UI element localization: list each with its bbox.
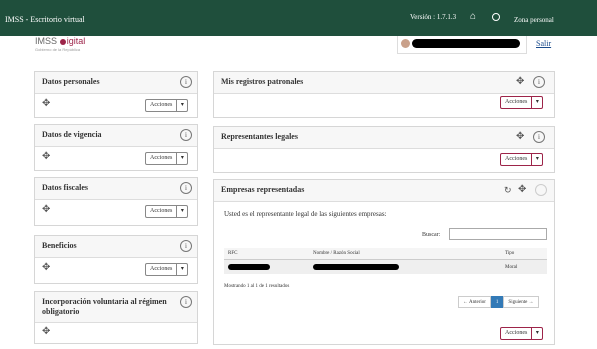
- card-empresas-representadas: Empresas representadas ↻ ✥ Usted es el r…: [213, 179, 555, 345]
- nombre-cell: [309, 259, 501, 275]
- acciones-label: Acciones: [501, 328, 533, 339]
- info-icon[interactable]: i: [180, 76, 192, 88]
- info-icon[interactable]: i: [533, 131, 545, 143]
- card-header: Mis registros patronales ✥ i: [214, 72, 554, 94]
- caret-down-icon: ▾: [180, 208, 184, 214]
- card-title: Datos de vigencia: [42, 130, 102, 139]
- salir-link[interactable]: Salir: [536, 39, 551, 48]
- home-icon[interactable]: ⌂: [470, 11, 476, 22]
- logo-d-mark: [59, 39, 66, 46]
- imss-digital-logo: IMSS igital Gobierno de la República: [35, 36, 85, 52]
- card-header: Incorporación voluntaria al régimen obli…: [35, 292, 197, 323]
- card-header: Representantes legales ✥ i: [214, 127, 554, 149]
- card-title: Representantes legales: [221, 132, 298, 141]
- pager-prev-button[interactable]: ← Anterior: [458, 296, 491, 308]
- acciones-label: Acciones: [146, 100, 178, 111]
- caret-down-icon: ▾: [180, 102, 184, 108]
- redacted-user-name: [412, 39, 520, 48]
- card-title: Empresas representadas: [221, 185, 305, 194]
- column-header-rfc[interactable]: RFC: [224, 248, 309, 260]
- card-header: Beneficios i: [35, 236, 197, 258]
- acciones-dropdown[interactable]: Acciones ▾: [500, 153, 544, 166]
- version-label: Versión : 1.7.1.3: [410, 13, 457, 21]
- user-box: [397, 36, 527, 54]
- pager-page-1[interactable]: 1: [490, 296, 504, 308]
- empresas-intro: Usted es el representante legal de las s…: [224, 210, 387, 218]
- zona-personal-link[interactable]: Zona personal: [514, 16, 554, 24]
- info-icon[interactable]: i: [180, 240, 192, 252]
- card-datos-personales: Datos personales i ✥ Acciones ▾: [34, 71, 198, 118]
- move-icon[interactable]: ✥: [516, 76, 524, 87]
- acciones-dropdown[interactable]: Acciones ▾: [500, 96, 544, 109]
- gauge-icon[interactable]: [492, 13, 500, 21]
- refresh-icon[interactable]: ↻: [504, 185, 512, 196]
- card-header: Datos personales i: [35, 72, 197, 94]
- card-title: Datos personales: [42, 77, 100, 86]
- card-header: Datos de vigencia i: [35, 125, 197, 147]
- card-header: Empresas representadas ↻ ✥: [214, 180, 554, 202]
- move-icon[interactable]: ✥: [42, 204, 50, 215]
- acciones-label: Acciones: [146, 264, 178, 275]
- acciones-dropdown[interactable]: Acciones ▾: [145, 263, 189, 276]
- column-header-tipo[interactable]: Tipo: [501, 248, 547, 260]
- card-title: Datos fiscales: [42, 183, 88, 192]
- move-icon[interactable]: ✥: [42, 262, 50, 273]
- card-beneficios: Beneficios i ✥ Acciones ▾: [34, 235, 198, 284]
- info-icon[interactable]: i: [180, 296, 192, 308]
- logo-digital-text: igital: [66, 36, 86, 46]
- empresas-table: RFC Nombre / Razón Social Tipo Moral: [224, 248, 547, 275]
- acciones-label: Acciones: [501, 154, 533, 165]
- search-input[interactable]: [449, 228, 547, 240]
- move-icon[interactable]: ✥: [42, 151, 50, 162]
- avatar: [401, 39, 410, 48]
- app-title: IMSS - Escritorio virtual: [5, 15, 85, 24]
- pagination: ← Anterior 1 Siguiente →: [458, 296, 539, 308]
- card-title: Incorporación voluntaria al régimen obli…: [42, 297, 167, 316]
- column-header-nombre[interactable]: Nombre / Razón Social: [309, 248, 501, 260]
- card-header: Datos fiscales i: [35, 178, 197, 200]
- buscar-label: Buscar:: [422, 232, 441, 238]
- acciones-dropdown[interactable]: Acciones ▾: [145, 152, 189, 165]
- info-icon[interactable]: i: [533, 76, 545, 88]
- caret-down-icon: ▾: [535, 330, 539, 336]
- move-icon[interactable]: ✥: [516, 131, 524, 142]
- card-title: Beneficios: [42, 241, 77, 250]
- loading-icon: [535, 184, 547, 196]
- acciones-dropdown[interactable]: Acciones ▾: [145, 99, 189, 112]
- info-icon[interactable]: i: [180, 129, 192, 141]
- logo-tagline: Gobierno de la República: [35, 47, 81, 52]
- caret-down-icon: ▾: [180, 266, 184, 272]
- caret-down-icon: ▾: [535, 156, 539, 162]
- card-datos-fiscales: Datos fiscales i ✥ Acciones ▾: [34, 177, 198, 226]
- card-title: Mis registros patronales: [221, 77, 304, 86]
- acciones-label: Acciones: [146, 153, 178, 164]
- card-datos-vigencia: Datos de vigencia i ✥ Acciones ▾: [34, 124, 198, 171]
- move-icon[interactable]: ✥: [42, 326, 50, 337]
- card-incorporacion-voluntaria: Incorporación voluntaria al régimen obli…: [34, 291, 198, 344]
- redacted-nombre: [313, 264, 399, 270]
- card-representantes-legales: Representantes legales ✥ i Acciones ▾: [213, 126, 555, 173]
- logo-imss-text: IMSS: [35, 36, 58, 46]
- info-icon[interactable]: i: [180, 182, 192, 194]
- rfc-cell: [224, 259, 309, 275]
- caret-down-icon: ▾: [535, 99, 539, 105]
- redacted-rfc: [228, 264, 270, 270]
- move-icon[interactable]: ✥: [518, 184, 526, 195]
- table-row[interactable]: Moral: [224, 259, 547, 275]
- card-mis-registros-patronales: Mis registros patronales ✥ i Acciones ▾: [213, 71, 555, 118]
- tipo-cell: Moral: [501, 259, 547, 275]
- pager-next-button[interactable]: Siguiente →: [503, 296, 539, 308]
- caret-down-icon: ▾: [180, 155, 184, 161]
- move-icon[interactable]: ✥: [42, 98, 50, 109]
- top-bar: IMSS - Escritorio virtual Versión : 1.7.…: [0, 0, 597, 36]
- results-summary: Mostrando 1 al 1 de 1 resultados: [224, 284, 290, 289]
- acciones-dropdown[interactable]: Acciones ▾: [145, 205, 189, 218]
- acciones-label: Acciones: [146, 206, 178, 217]
- acciones-dropdown[interactable]: Acciones ▾: [500, 327, 544, 340]
- acciones-label: Acciones: [501, 97, 533, 108]
